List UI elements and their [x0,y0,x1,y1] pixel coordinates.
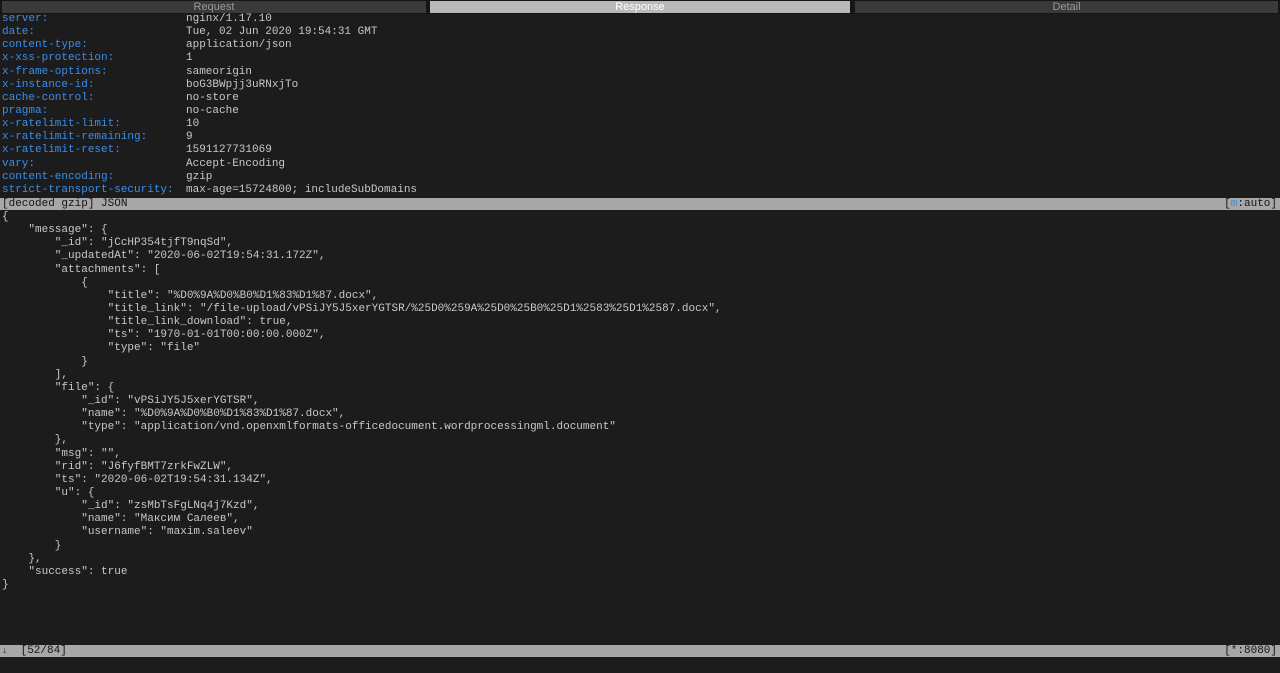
header-value: no-cache [186,104,239,117]
json-line: "_id": "vPSiJY5J5xerYGTSR", [2,394,260,407]
json-line: "rid": "J6fyfBMT7zrkFwZLW", [2,460,234,473]
content-view-bar: [decoded gzip] JSON [m:auto] [0,198,1280,210]
down-arrow-icon: ↓ [2,646,8,656]
header-key: vary: [2,157,36,170]
header-value: 1 [186,52,193,65]
header-row[interactable]: x-ratelimit-remaining: 9 [2,131,417,144]
header-key: x-ratelimit-reset: [2,144,121,157]
header-row[interactable]: server: nginx/1.17.10 [2,13,417,26]
header-key: strict-transport-security: [2,183,174,196]
json-line: } [2,578,9,591]
header-key: content-type: [2,39,88,52]
header-key: pragma: [2,104,49,117]
header-key: x-xss-protection: [2,52,115,65]
json-line: "msg": "", [2,447,121,460]
json-line: "attachments": [ [2,263,161,276]
header-key: x-frame-options: [2,65,108,78]
json-line: "title_link": "/file-upload/vPSiJY5J5xer… [2,302,722,315]
header-value: no-store [186,91,239,104]
header-row[interactable]: x-frame-options: sameorigin [2,66,417,79]
json-line: "_id": "zsMbTsFgLNq4j7Kzd", [2,500,260,513]
header-row[interactable]: pragma: no-cache [2,105,417,118]
response-body: { "message": { "_id": "jCcHP354tjfT9nqSd… [2,211,722,592]
json-line: "username": "maxim.saleev" [2,526,253,539]
json-line: "ts": "1970-01-01T00:00:00.000Z", [2,329,326,342]
json-line: "_updatedAt": "2020-06-02T19:54:31.172Z"… [2,250,326,263]
header-value: 1591127731069 [186,144,272,157]
header-row[interactable]: x-xss-protection: 1 [2,52,417,65]
view-mode-value: :auto] [1237,198,1277,210]
header-row[interactable]: content-type: application/json [2,39,417,52]
header-value: sameorigin [186,65,253,78]
header-key: x-ratelimit-limit: [2,118,121,131]
listen-address: [*:8080] [1224,645,1277,657]
json-line: }, [2,434,69,447]
header-value: 10 [186,118,200,131]
header-row[interactable]: x-instance-id: boG3BWpjj3uRNxjTo [2,79,417,92]
tab-request[interactable]: Request [2,1,426,13]
json-line: "_id": "jCcHP354tjfT9nqSd", [2,237,234,250]
header-value: application/json [186,39,292,52]
tab-response[interactable]: Response [430,1,850,13]
header-value: Accept-Encoding [186,157,286,170]
json-line: ], [2,368,69,381]
json-line: "title_link_download": true, [2,316,293,329]
json-line: }, [2,552,42,565]
flow-counter: [52/84] [20,645,67,657]
json-line: "title": "%D0%9A%D0%B0%D1%83%D1%87.docx"… [2,289,379,302]
json-line: } [2,539,62,552]
view-mode-open: [ [1224,198,1231,210]
content-view-mode: [decoded gzip] JSON [2,198,128,210]
view-mode-indicator[interactable]: [m:auto] [1224,198,1277,210]
header-row[interactable]: x-ratelimit-limit: 10 [2,118,417,131]
flow-position: ↓ [52/84] [2,645,67,657]
header-value: gzip [186,170,213,183]
header-value: boG3BWpjj3uRNxjTo [186,78,299,91]
header-value: 9 [186,131,193,144]
header-row[interactable]: cache-control: no-store [2,92,417,105]
json-line: "type": "application/vnd.openxmlformats-… [2,421,616,434]
header-row[interactable]: content-encoding: gzip [2,171,417,184]
tab-detail[interactable]: Detail [855,1,1278,13]
header-key: x-instance-id: [2,78,95,91]
json-line: "type": "file" [2,342,201,355]
json-line: "file": { [2,381,115,394]
tab-bar: Request Response Detail [0,0,1280,14]
response-headers: server: nginx/1.17.10 date: Tue, 02 Jun 202… [2,13,417,197]
header-key: cache-control: [2,91,95,104]
json-line: "message": { [2,224,108,237]
json-line: "ts": "2020-06-02T19:54:31.134Z", [2,473,273,486]
mitmproxy-flow-view: Request Response Detail server: nginx/1.1… [0,0,1280,673]
status-bar: ↓ [52/84] [*:8080] [0,645,1280,657]
header-row[interactable]: date: Tue, 02 Jun 2020 19:54:31 GMT [2,26,417,39]
json-line: "name": "%D0%9A%D0%B0%D1%83%D1%87.docx", [2,408,346,421]
header-key: x-ratelimit-remaining: [2,131,148,144]
header-key: server: [2,13,49,25]
header-value: nginx/1.17.10 [186,13,272,25]
header-key: content-encoding: [2,170,115,183]
json-line: "u": { [2,486,95,499]
header-value: max-age=15724800; includeSubDomains [186,183,418,196]
json-line: { [2,211,9,223]
json-line: "name": "Максим Салеев", [2,513,240,526]
header-row[interactable]: strict-transport-security: max-age=157248… [2,184,417,197]
header-value: Tue, 02 Jun 2020 19:54:31 GMT [186,26,378,39]
json-line: { [2,276,88,289]
header-row[interactable]: vary: Accept-Encoding [2,158,417,171]
json-line: "success": true [2,565,128,578]
header-row[interactable]: x-ratelimit-reset: 1591127731069 [2,144,417,157]
header-key: date: [2,26,36,39]
json-line: } [2,355,88,368]
